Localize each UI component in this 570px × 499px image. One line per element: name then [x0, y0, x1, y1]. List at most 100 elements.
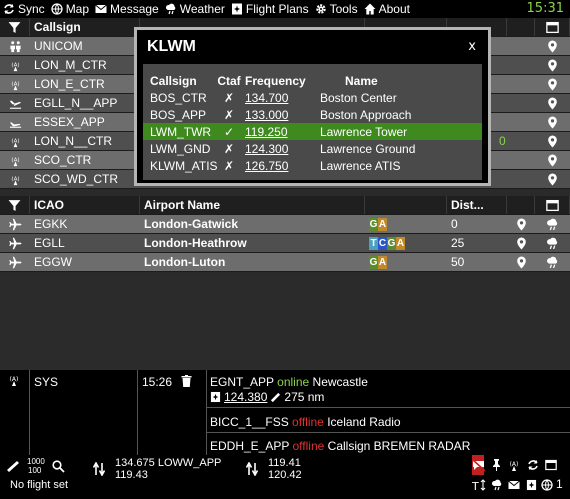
ctaf-icon: ✗	[223, 141, 235, 156]
frequency-link[interactable]: 124.380	[224, 390, 267, 404]
flight-plan-icon[interactable]	[526, 479, 537, 491]
filter-icon	[8, 199, 21, 211]
atc-callsign: EGLL_N__APP	[34, 96, 118, 110]
airport-distance: 50	[451, 255, 465, 269]
menu-weather[interactable]: Weather	[162, 0, 228, 18]
popup-row[interactable]: LWM_GND ✗ 124.300 Lawrence Ground	[143, 140, 482, 157]
map-marker-icon[interactable]	[535, 94, 570, 112]
msg-status: offline	[292, 439, 325, 453]
com1-standby: 119.43	[115, 469, 148, 481]
col-airport-name[interactable]: Airport Name	[140, 196, 365, 214]
swap-icon[interactable]	[93, 462, 105, 476]
text-size-icon[interactable]: T	[472, 479, 486, 491]
airport-row[interactable]: EGGW London-Luton GA 50	[0, 253, 570, 272]
popup-station-name: Boston Center	[320, 90, 397, 105]
window-icon[interactable]	[545, 459, 557, 471]
envelope-icon[interactable]	[508, 479, 520, 491]
frequency-link[interactable]: 134.700	[245, 91, 288, 105]
zoom-top: 1000	[27, 457, 45, 466]
trash-icon[interactable]	[181, 375, 192, 387]
com1-frequency: 134.675	[115, 457, 155, 469]
popup-body: Callsign Ctaf Frequency Name BOS_CTR ✗ 1…	[143, 64, 482, 180]
col-callsign[interactable]: Callsign	[30, 18, 140, 36]
col-info[interactable]	[535, 196, 570, 214]
col-map[interactable]	[507, 196, 535, 214]
map-marker-icon[interactable]	[507, 253, 535, 271]
menu-tools[interactable]: Tools	[312, 0, 361, 18]
col-map[interactable]	[507, 18, 535, 36]
map-marker-icon[interactable]	[535, 75, 570, 93]
popup-row[interactable]: KLWM_ATIS ✗ 126.750 Lawrence ATIS	[143, 157, 482, 174]
chat-channel-icon-col: (A)	[0, 370, 30, 455]
menu-sync[interactable]: Sync	[0, 0, 48, 18]
airport-icao: EGGW	[34, 255, 72, 269]
popup-row[interactable]: BOS_CTR ✗ 134.700 Boston Center	[143, 89, 482, 106]
airport-icao: EGKK	[34, 217, 68, 231]
airport-row[interactable]: EGLL London-Heathrow TCGA 25	[0, 234, 570, 253]
filter-button[interactable]	[0, 18, 30, 36]
map-marker-icon[interactable]	[507, 234, 535, 252]
ctaf-icon: ✗	[223, 90, 235, 105]
airport-table-header: ICAO Airport Name Dist...	[0, 196, 570, 215]
popup-callsign: LWM_TWR	[150, 124, 212, 139]
swap-icon[interactable]	[246, 462, 258, 476]
ruler-icon	[271, 392, 281, 402]
weather-icon[interactable]	[535, 234, 570, 252]
close-icon[interactable]: x	[468, 39, 476, 54]
badge-ground: G	[369, 255, 378, 269]
menu-map-label: Map	[65, 2, 90, 16]
popup-col-name: Name	[345, 73, 378, 88]
pin-icon[interactable]	[491, 459, 502, 471]
frequency-link[interactable]: 119.250	[245, 125, 288, 139]
map-marker-icon[interactable]	[535, 113, 570, 131]
flight-plan-icon	[210, 391, 221, 403]
atc-callsign: LON_M_CTR	[34, 58, 107, 72]
flight-status[interactable]: No flight set	[10, 479, 68, 491]
filter-button[interactable]	[0, 196, 30, 214]
popup-row-selected[interactable]: LWM_TWR ✓ 119.250 Lawrence Tower	[143, 123, 482, 140]
frequency-link[interactable]: 133.000	[245, 108, 288, 122]
menu-map[interactable]: Map	[48, 0, 92, 18]
comment-off-icon[interactable]	[472, 459, 485, 471]
airport-name: London-Luton	[144, 255, 226, 269]
map-marker-icon[interactable]	[535, 56, 570, 74]
atc-callsign: LON_E_CTR	[34, 77, 105, 91]
refresh-icon[interactable]	[527, 459, 539, 471]
map-marker-icon[interactable]	[507, 215, 535, 233]
menu-about[interactable]: About	[361, 0, 413, 18]
ruler-icon[interactable]	[6, 460, 20, 472]
airport-row[interactable]: EGKK London-Gatwick GA 0	[0, 215, 570, 234]
menu-message[interactable]: Message	[92, 0, 162, 18]
popup-station-name: Lawrence Ground	[320, 141, 416, 156]
globe-icon[interactable]	[541, 479, 553, 491]
map-marker-icon[interactable]	[535, 151, 570, 169]
popup-station-name: Boston Approach	[320, 107, 412, 122]
map-marker-icon[interactable]	[535, 170, 570, 188]
chat-message: EGNT_APP online Newcastle	[210, 375, 368, 389]
chat-channel-col[interactable]: SYS	[30, 370, 138, 455]
popup-row[interactable]: BOS_APP ✗ 133.000 Boston Approach	[143, 106, 482, 123]
menu-flight-plans[interactable]: Flight Plans	[228, 0, 312, 18]
popup-callsign: BOS_APP	[150, 107, 207, 122]
map-marker-icon[interactable]	[535, 37, 570, 55]
col-distance[interactable]: Dist...	[447, 196, 507, 214]
radar-icon[interactable]: (A)	[507, 459, 521, 471]
ctaf-icon: ✗	[223, 158, 235, 173]
frequency-link[interactable]: 126.750	[245, 159, 288, 173]
col-info[interactable]	[535, 18, 570, 36]
col-icao[interactable]: ICAO	[30, 196, 140, 214]
home-icon	[364, 3, 376, 15]
badge-atis: A	[378, 217, 387, 231]
empty-list-area	[0, 274, 570, 370]
map-marker-icon[interactable]	[535, 132, 570, 150]
msg-name: Newcastle	[312, 375, 368, 389]
weather-icon[interactable]	[491, 479, 503, 491]
frequency-link[interactable]: 124.300	[245, 142, 288, 156]
menu-flight-plans-label: Flight Plans	[245, 2, 309, 16]
search-icon[interactable]	[52, 460, 65, 473]
weather-icon[interactable]	[535, 253, 570, 271]
msg-status: offline	[292, 415, 324, 429]
weather-icon[interactable]	[535, 215, 570, 233]
col-facilities[interactable]	[365, 196, 447, 214]
airplane-icon	[0, 234, 30, 252]
